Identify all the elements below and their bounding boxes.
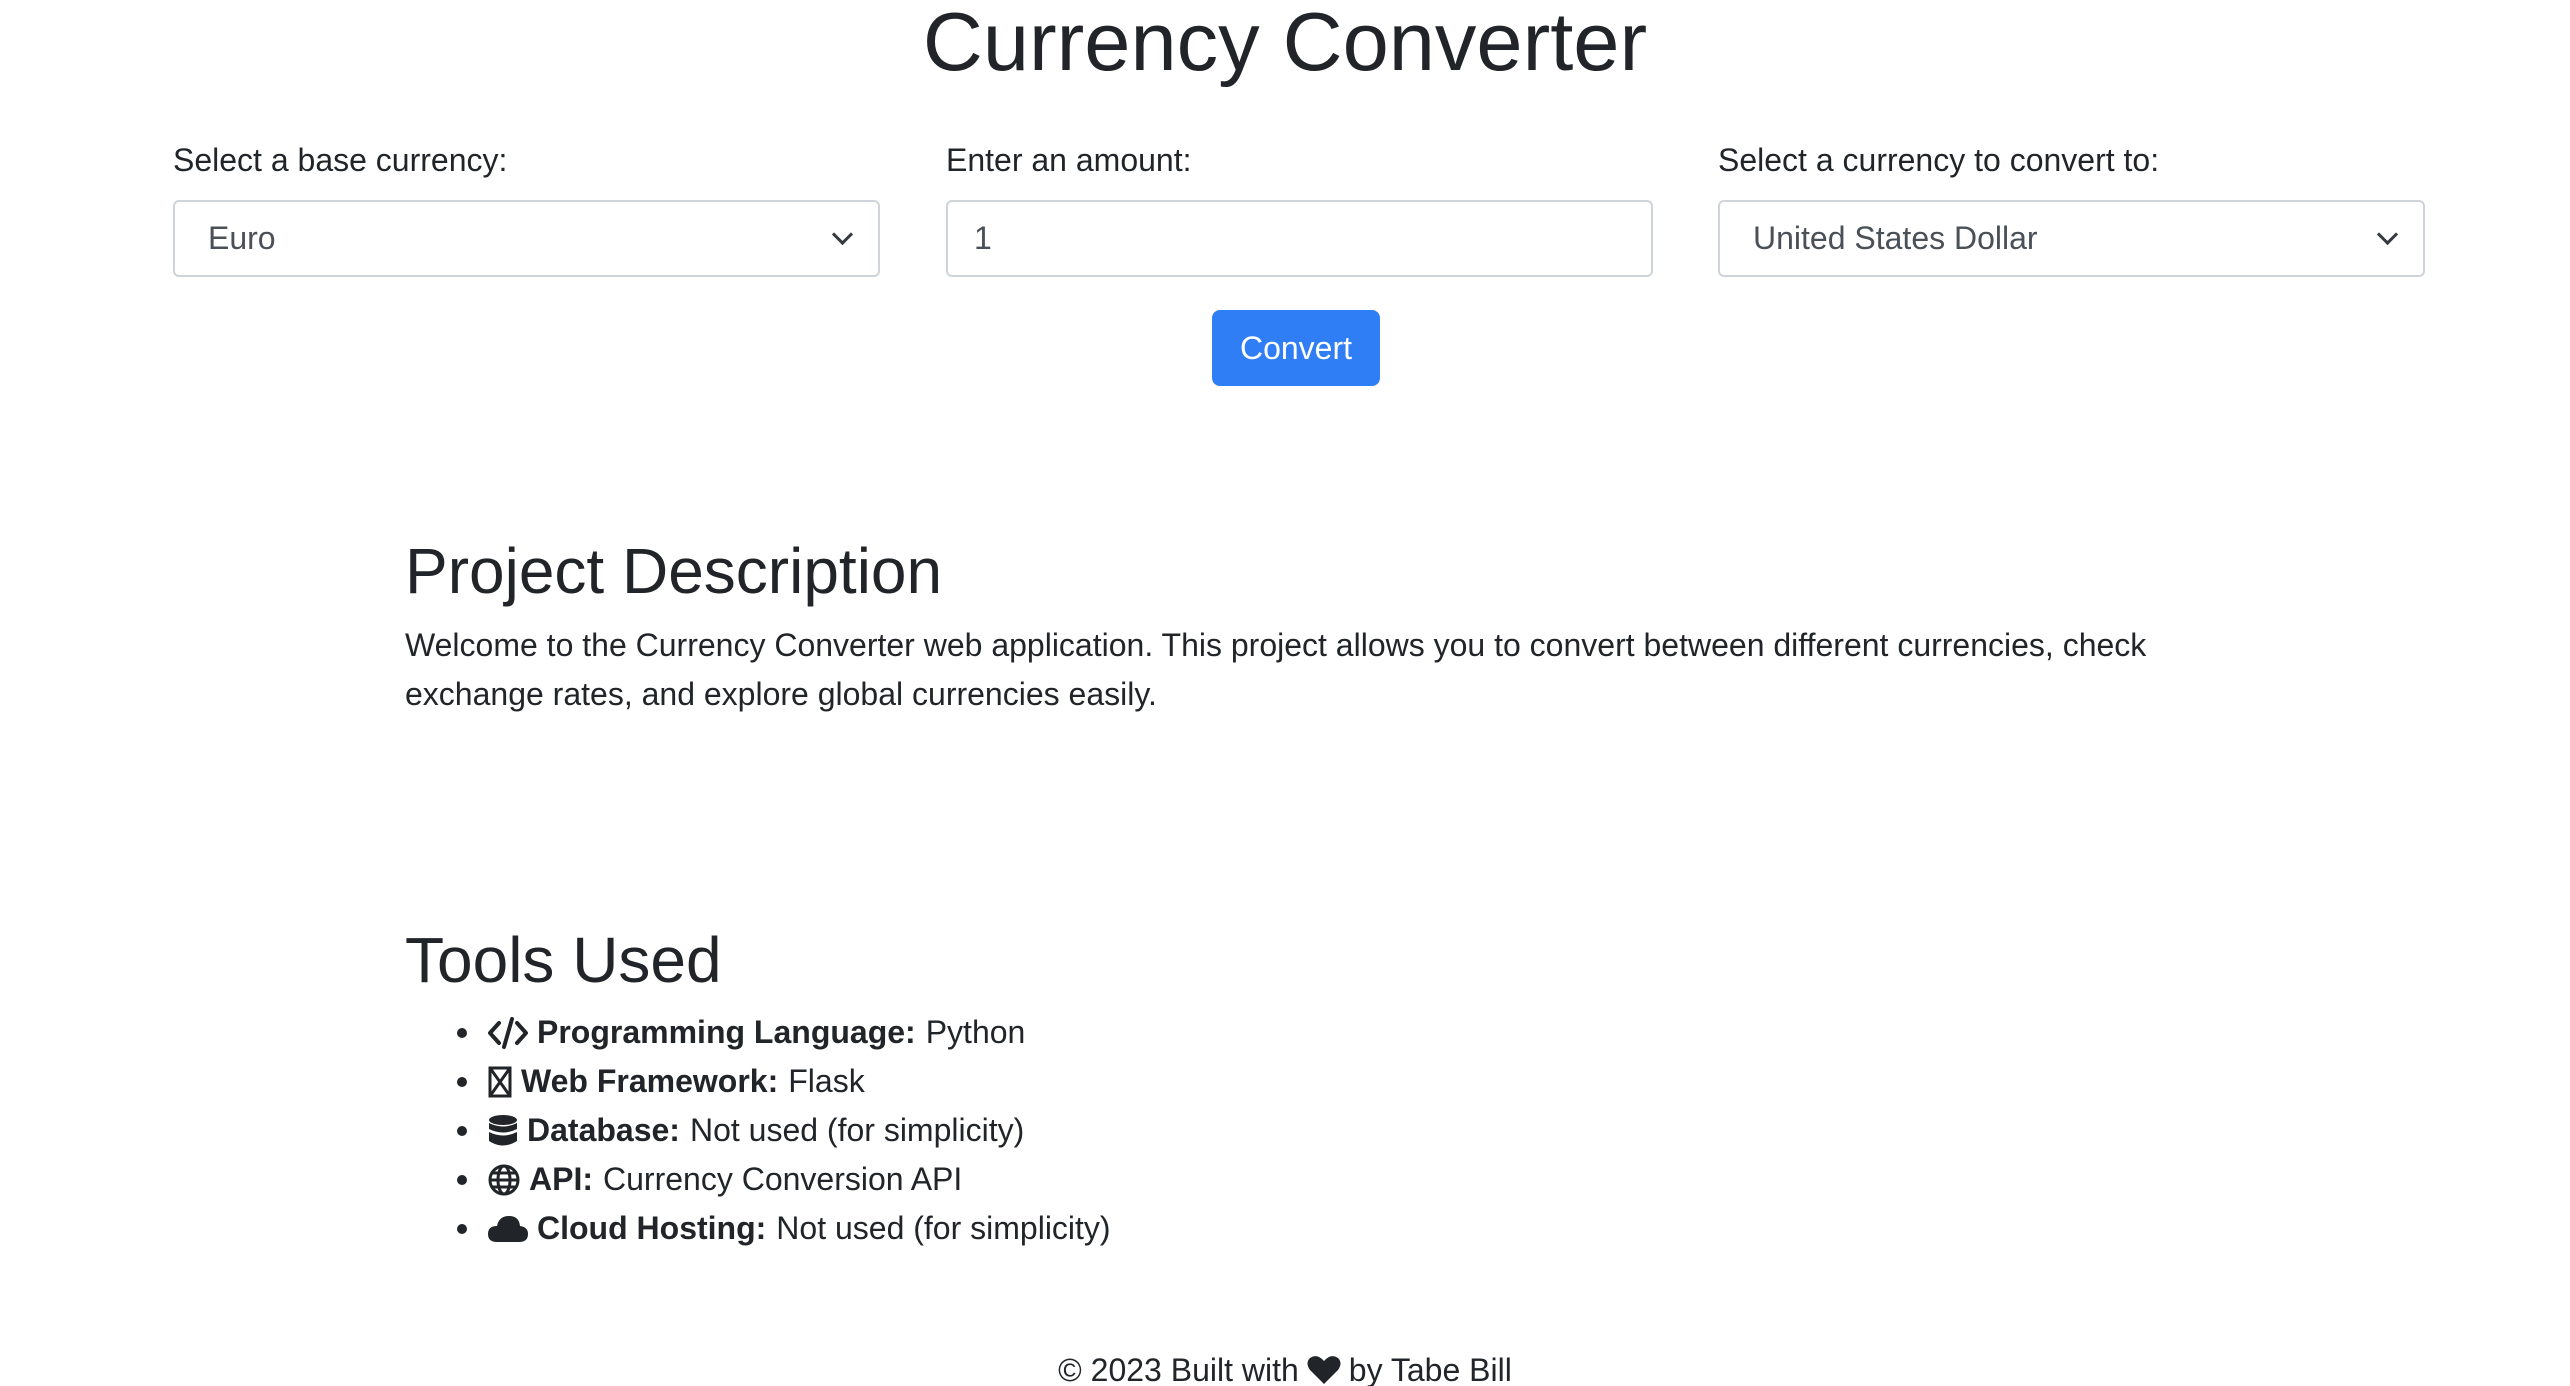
tools-section: Tools Used Programming Language: Python … [405, 922, 2165, 1253]
tool-label: Cloud Hosting: [537, 1210, 767, 1246]
description-text: Welcome to the Currency Converter web ap… [405, 627, 2147, 712]
bullet-icon [457, 1076, 467, 1087]
tool-label: API: [529, 1161, 593, 1197]
footer-prefix: © 2023 Built with [1058, 1352, 1299, 1386]
converter-form: Select a base currency: Euro Enter an am… [173, 140, 2425, 280]
target-currency-select[interactable]: United States Dollar [1718, 200, 2425, 277]
heart-icon [1307, 1355, 1341, 1385]
database-icon [487, 1114, 519, 1148]
tools-list: Programming Language: Python Web Framewo… [405, 1008, 2165, 1253]
list-item: Programming Language: Python [405, 1008, 2165, 1057]
target-currency-group: Select a currency to convert to: United … [1718, 140, 2425, 277]
footer-suffix: by Tabe Bill [1348, 1352, 1512, 1386]
tool-label: Database: [527, 1112, 680, 1148]
footer: © 2023 Built with by Tabe Bill [0, 1350, 2570, 1386]
bullet-icon [457, 1223, 467, 1234]
list-item: Web Framework: Flask [405, 1057, 2165, 1106]
flask-icon [487, 1065, 513, 1099]
globe-icon [487, 1163, 521, 1197]
cloud-icon [487, 1214, 529, 1244]
amount-group: Enter an amount: 1 [946, 140, 1653, 277]
description-heading: Project Description [405, 535, 943, 607]
target-currency-label: Select a currency to convert to: [1718, 142, 2160, 178]
convert-button[interactable]: Convert [1212, 310, 1380, 386]
tool-value: Flask [788, 1063, 865, 1099]
project-description-section: Project Description Welcome to the Curre… [405, 533, 2165, 719]
bullet-icon [457, 1174, 467, 1185]
base-currency-select[interactable]: Euro [173, 200, 880, 277]
amount-label: Enter an amount: [946, 142, 1192, 178]
tool-label: Programming Language: [537, 1014, 916, 1050]
list-item: Cloud Hosting: Not used (for simplicity) [405, 1204, 2165, 1253]
list-item: Database: Not used (for simplicity) [405, 1106, 2165, 1155]
amount-value: 1 [974, 220, 992, 256]
amount-input[interactable]: 1 [946, 200, 1653, 277]
tool-value: Currency Conversion API [603, 1161, 963, 1197]
chevron-down-icon [2376, 223, 2399, 246]
code-icon [487, 1016, 529, 1049]
bullet-icon [457, 1027, 467, 1038]
target-currency-value: United States Dollar [1753, 220, 2038, 256]
bullet-icon [457, 1125, 467, 1136]
base-currency-value: Euro [208, 220, 276, 256]
tools-heading: Tools Used [405, 924, 722, 996]
tool-value: Python [925, 1014, 1026, 1050]
base-currency-group: Select a base currency: Euro [173, 140, 880, 277]
base-currency-label: Select a base currency: [173, 142, 508, 178]
page-title: Currency Converter [922, 0, 1648, 88]
chevron-down-icon [831, 223, 854, 246]
tool-value: Not used (for simplicity) [689, 1112, 1025, 1148]
tool-value: Not used (for simplicity) [776, 1210, 1111, 1246]
tool-label: Web Framework: [521, 1063, 779, 1099]
list-item: API: Currency Conversion API [405, 1155, 2165, 1204]
